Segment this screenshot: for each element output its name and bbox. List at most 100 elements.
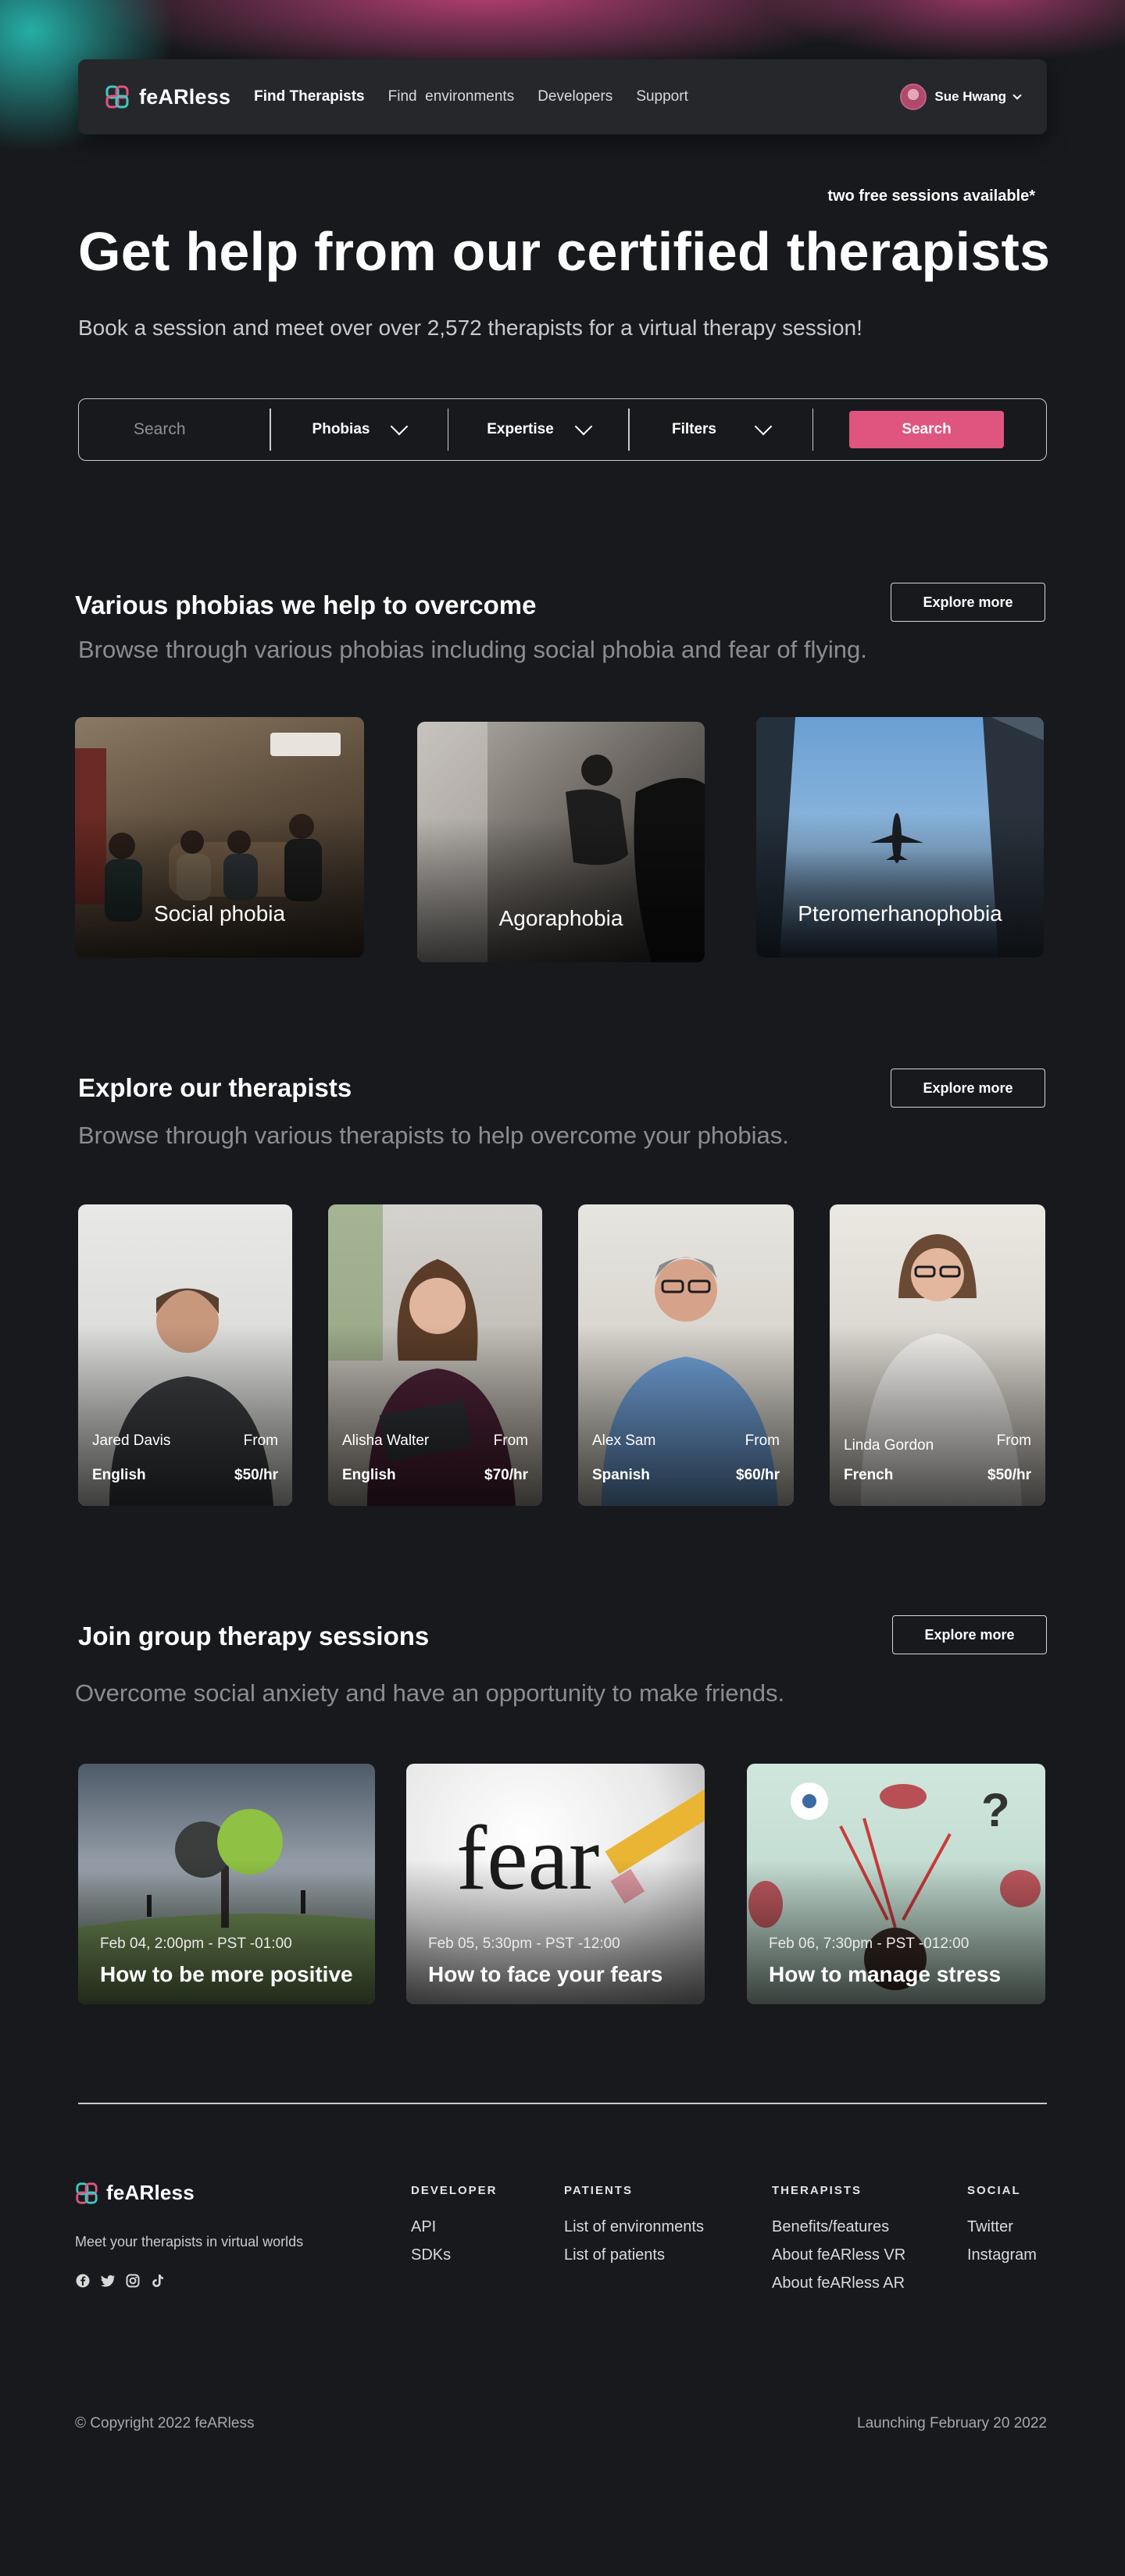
- therapist-rate: $60/hr: [736, 1467, 780, 1483]
- phobia-card-agoraphobia[interactable]: Agoraphobia: [417, 722, 705, 962]
- phobias-explore-button[interactable]: Explore more: [891, 583, 1045, 622]
- footer-link-vr[interactable]: About feARless VR: [772, 2246, 905, 2264]
- divider: [812, 409, 813, 451]
- facebook-icon[interactable]: [75, 2273, 91, 2289]
- therapist-rate: $70/hr: [484, 1467, 528, 1483]
- search-input[interactable]: [79, 409, 270, 450]
- therapist-rate: $50/hr: [988, 1467, 1031, 1483]
- footer-heading-social: SOCIAL: [967, 2184, 1021, 2197]
- session-title: How to face your fears: [428, 1962, 663, 1986]
- card-overlay: [75, 813, 364, 958]
- brand-name: feARless: [106, 2181, 195, 2204]
- hero-subtitle: Book a session and meet over over 2,572 …: [78, 316, 862, 340]
- nav-link-find-environments[interactable]: Find environments: [388, 88, 515, 105]
- brand-logo[interactable]: feARless: [105, 84, 230, 109]
- therapist-language: French: [844, 1467, 894, 1483]
- phobia-card-social[interactable]: Social phobia: [75, 717, 364, 958]
- launch-date: Launching February 20 2022: [857, 2415, 1047, 2432]
- footer-link-instagram[interactable]: Instagram: [967, 2246, 1037, 2264]
- chevron-down-icon: [1012, 91, 1022, 100]
- price-from-label: From: [996, 1432, 1031, 1449]
- therapists-subtitle: Browse through various therapists to hel…: [78, 1122, 789, 1149]
- therapist-card[interactable]: Alisha Walter From English $70/hr: [328, 1204, 542, 1506]
- phobia-label: Pteromerhanophobia: [798, 901, 1002, 926]
- user-name: Sue Hwang: [934, 89, 1006, 104]
- filters-label: Filters: [671, 421, 717, 437]
- therapists-explore-button[interactable]: Explore more: [891, 1069, 1045, 1108]
- therapist-card[interactable]: Jared Davis From English $50/hr: [78, 1204, 292, 1506]
- phobias-dropdown[interactable]: Phobias: [271, 417, 448, 438]
- session-title: How to be more positive: [100, 1962, 353, 1986]
- therapist-rate: $50/hr: [234, 1467, 278, 1483]
- price-from-label: From: [493, 1432, 528, 1449]
- sessions-subtitle: Overcome social anxiety and have an oppo…: [75, 1679, 785, 1707]
- footer-link-sdks[interactable]: SDKs: [411, 2246, 451, 2264]
- sessions-explore-button[interactable]: Explore more: [892, 1615, 1047, 1654]
- footer-heading-patients: PATIENTS: [564, 2184, 633, 2197]
- sessions-title: Join group therapy sessions: [78, 1622, 430, 1650]
- filters-dropdown[interactable]: Filters: [630, 417, 812, 438]
- brand-name: feARless: [139, 84, 231, 109]
- expertise-label: Expertise: [487, 421, 554, 437]
- logo-icon: [76, 2182, 98, 2204]
- footer-heading-developer: DEVELOPER: [411, 2184, 498, 2197]
- footer-divider: [78, 2103, 1047, 2104]
- footer-link-api[interactable]: API: [411, 2218, 436, 2236]
- phobia-label: Agoraphobia: [498, 906, 623, 930]
- tiktok-icon[interactable]: [150, 2273, 166, 2289]
- chevron-down-icon: [754, 417, 773, 436]
- session-date: Feb 04, 2:00pm - PST -01:00: [100, 1936, 292, 1952]
- search-button[interactable]: Search: [849, 411, 1004, 448]
- therapist-name: Jared Davis: [92, 1432, 171, 1449]
- logo-icon: [105, 85, 129, 109]
- avatar: [900, 84, 927, 110]
- search-bar: Phobias Expertise Filters Search: [78, 398, 1047, 461]
- therapist-card[interactable]: Linda Gordon From French $50/hr: [830, 1204, 1045, 1506]
- footer-logo[interactable]: feARless: [75, 2181, 195, 2205]
- therapist-name: Alisha Walter: [342, 1432, 430, 1449]
- session-card[interactable]: fear Feb 05, 5:30pm - PST -12:00 How to …: [406, 1764, 705, 2004]
- therapists-title: Explore our therapists: [78, 1073, 352, 1102]
- twitter-icon[interactable]: [100, 2273, 116, 2289]
- therapist-language: English: [92, 1467, 146, 1483]
- card-overlay: [417, 818, 705, 962]
- session-date: Feb 06, 7:30pm - PST -012:00: [769, 1936, 970, 1952]
- phobias-subtitle: Browse through various phobias including…: [78, 636, 867, 663]
- session-card[interactable]: ? Feb 06, 7:30pm - PST -012:00 How to ma…: [747, 1764, 1045, 2004]
- chevron-down-icon: [391, 417, 409, 436]
- session-date: Feb 05, 5:30pm - PST -12:00: [428, 1936, 620, 1952]
- footer-heading-therapists: THERAPISTS: [772, 2184, 862, 2197]
- footer-tagline: Meet your therapists in virtual worlds: [75, 2234, 304, 2250]
- nav-link-developers[interactable]: Developers: [538, 88, 612, 105]
- user-menu[interactable]: Sue Hwang: [900, 84, 1022, 110]
- therapist-name: Alex Sam: [592, 1432, 656, 1449]
- nav-link-support[interactable]: Support: [636, 88, 688, 105]
- top-nav: feARless Find Therapists Find environmen…: [78, 59, 1047, 134]
- question-mark-graphic: ?: [981, 1784, 1010, 1836]
- therapist-language: Spanish: [592, 1467, 650, 1483]
- expertise-dropdown[interactable]: Expertise: [448, 417, 628, 438]
- phobias-title: Various phobias we help to overcome: [75, 590, 537, 619]
- page-title: Get help from our certified therapists: [78, 221, 1051, 282]
- free-sessions-badge: two free sessions available*: [827, 187, 1035, 205]
- price-from-label: From: [243, 1432, 278, 1449]
- footer-link-ar[interactable]: About feARless AR: [772, 2275, 905, 2292]
- price-from-label: From: [745, 1432, 780, 1449]
- nav-link-find-therapists[interactable]: Find Therapists: [254, 88, 364, 105]
- session-card[interactable]: Feb 04, 2:00pm - PST -01:00 How to be mo…: [78, 1764, 375, 2004]
- footer-link-benefits[interactable]: Benefits/features: [772, 2218, 889, 2236]
- session-title: How to manage stress: [769, 1962, 1002, 1986]
- therapist-card[interactable]: Alex Sam From Spanish $60/hr: [578, 1204, 794, 1506]
- card-overlay: [756, 813, 1044, 958]
- footer-link-environments[interactable]: List of environments: [564, 2218, 704, 2236]
- copyright: © Copyright 2022 feARless: [75, 2415, 255, 2432]
- chevron-down-icon: [574, 417, 593, 436]
- phobia-card-pteromerhanophobia[interactable]: Pteromerhanophobia: [756, 717, 1044, 958]
- instagram-icon[interactable]: [125, 2273, 141, 2289]
- footer-link-patients[interactable]: List of patients: [564, 2246, 665, 2264]
- therapist-name: Linda Gordon: [844, 1437, 934, 1454]
- therapist-language: English: [342, 1467, 396, 1483]
- phobia-label: Social phobia: [153, 901, 286, 926]
- footer-link-twitter[interactable]: Twitter: [967, 2218, 1013, 2236]
- phobias-label: Phobias: [312, 421, 370, 437]
